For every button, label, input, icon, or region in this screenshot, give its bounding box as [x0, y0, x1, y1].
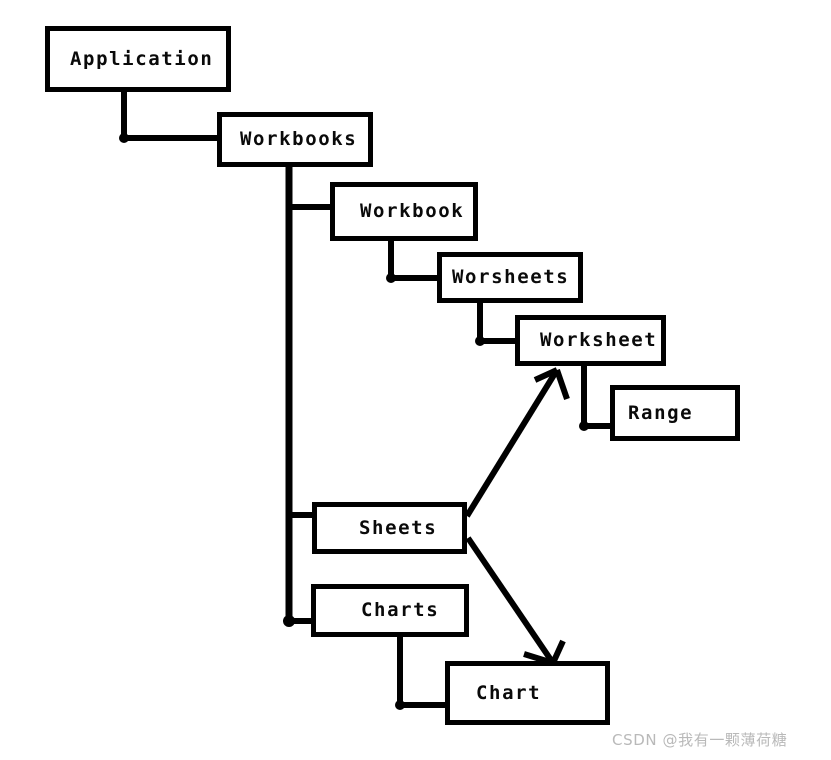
node-label-range: Range	[628, 401, 694, 424]
edge-worksheet-to-range	[579, 366, 610, 431]
node-label-worsheets: Worsheets	[452, 266, 570, 288]
edge-workbook-to-worsheets	[386, 241, 437, 283]
node-label-application: Application	[70, 47, 214, 70]
edge-worsheets-to-worksheet	[475, 303, 515, 346]
node-label-workbooks: Workbooks	[240, 128, 358, 150]
node-worsheets[interactable]: Worsheets	[437, 252, 583, 303]
node-workbook[interactable]: Workbook	[330, 182, 478, 241]
node-sheets[interactable]: Sheets	[312, 502, 467, 554]
node-chart[interactable]: Chart	[445, 661, 610, 725]
edge-charts-to-chart	[395, 637, 445, 710]
node-label-workbook: Workbook	[360, 200, 465, 222]
node-worksheet[interactable]: Worksheet	[515, 315, 666, 366]
edge-sheets-to-chart	[465, 536, 566, 666]
node-label-chart: Chart	[476, 681, 542, 704]
node-charts[interactable]: Charts	[311, 584, 469, 637]
node-range[interactable]: Range	[610, 385, 740, 441]
node-label-worksheet: Worksheet	[540, 329, 658, 351]
edge-sheets-to-worksheet	[464, 367, 570, 518]
node-application[interactable]: Application	[45, 26, 231, 92]
node-workbooks[interactable]: Workbooks	[217, 112, 373, 167]
diagram-canvas: Application Workbooks Workbook Worsheets…	[0, 0, 831, 760]
node-label-charts: Charts	[361, 599, 440, 621]
csdn-watermark: CSDN @我有一颗薄荷糖	[612, 731, 788, 749]
edge-workbooks-trunk	[283, 167, 295, 627]
node-label-sheets: Sheets	[359, 516, 438, 539]
diagram-connectors	[119, 92, 610, 710]
edge-application-to-workbooks	[119, 92, 217, 143]
